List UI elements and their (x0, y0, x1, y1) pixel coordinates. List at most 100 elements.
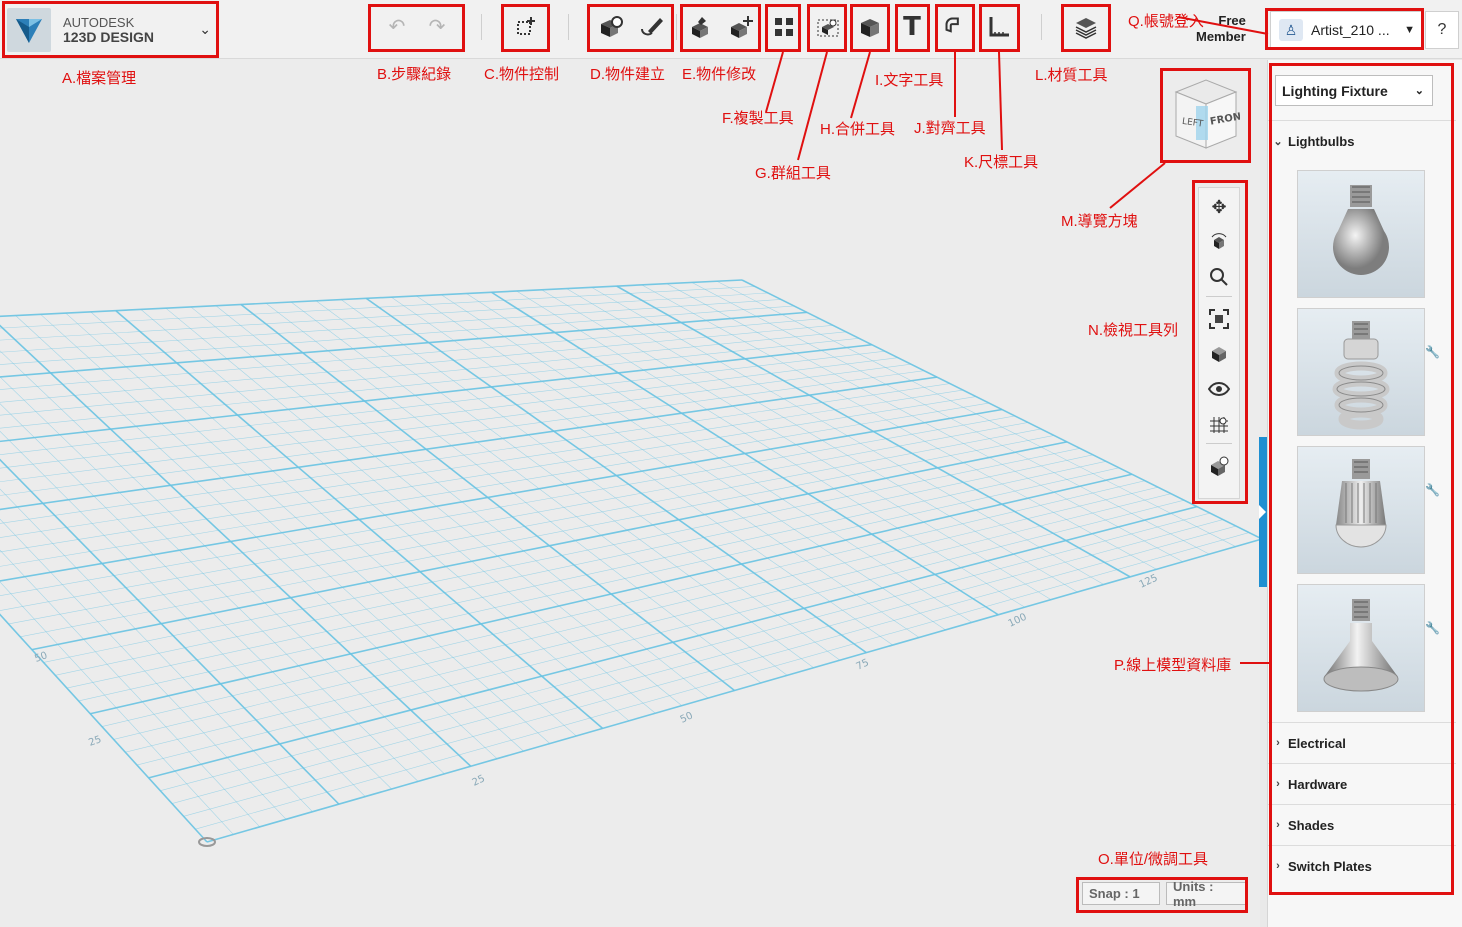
object-control-group (503, 3, 547, 50)
section-hardware[interactable]: › Hardware (1268, 763, 1456, 804)
grid-tick-label: 100 (1007, 612, 1029, 630)
object-modify-group (682, 3, 760, 50)
pan-button[interactable]: ✥ (1203, 191, 1235, 223)
file-menu-button[interactable]: AUTODESK 123D DESIGN ⌄ (3, 3, 217, 56)
view-cube[interactable]: LEFT FRONT (1170, 76, 1249, 152)
measure-button[interactable] (982, 10, 1016, 44)
annotation-label-a: A.檔案管理 (62, 70, 137, 87)
model-thumbnail[interactable]: 🔧 (1297, 308, 1440, 436)
transform-button[interactable] (508, 10, 542, 44)
visibility-button[interactable] (1203, 373, 1235, 405)
material-button[interactable] (1069, 10, 1103, 44)
section-label: Electrical (1288, 735, 1346, 751)
toolbar-divider (1041, 14, 1042, 40)
group-button[interactable] (811, 10, 845, 44)
modify-button[interactable] (724, 10, 758, 44)
grid-tick-label: 50 (33, 650, 49, 665)
toolbar-divider (676, 14, 677, 40)
magnifier-icon (1210, 268, 1228, 286)
brand-line2: 123D DESIGN (63, 28, 155, 45)
view-toolbar: ✥ (1198, 187, 1240, 499)
annotation-label-e: E.物件修改 (682, 66, 757, 83)
grid-minor-line (0, 396, 977, 553)
grid-major-line (0, 458, 340, 805)
snap-control[interactable]: Snap : 1 (1082, 882, 1160, 905)
construct-button[interactable] (684, 10, 718, 44)
undo-button[interactable]: ↶ (380, 10, 414, 44)
model-thumbnail[interactable] (1297, 170, 1425, 298)
annotation-label-b: B.步驟紀錄 (377, 66, 452, 83)
collapse-arrow-icon (1259, 505, 1266, 519)
material-view-button[interactable] (1203, 450, 1235, 482)
section-switch-plates[interactable]: › Switch Plates (1268, 845, 1456, 886)
led-bulb-image (1335, 459, 1387, 548)
category-select[interactable]: Lighting Fixture ⌄ (1275, 75, 1433, 106)
section-electrical[interactable]: › Electrical (1268, 722, 1456, 763)
view-mode-button[interactable] (1203, 338, 1235, 370)
ruler-icon (989, 16, 1009, 36)
units-control[interactable]: Units : mm (1166, 879, 1246, 909)
grid-minor-line (0, 299, 782, 353)
chevron-right-icon: › (1276, 860, 1280, 872)
section-label: Shades (1288, 817, 1335, 833)
account-dropdown[interactable]: ♙ Artist_210 ... ▼ (1270, 11, 1424, 49)
grid-minor-line (0, 363, 912, 483)
sketch-button[interactable] (634, 10, 668, 44)
text-group: T (896, 3, 928, 50)
grid-tick-label: 75 (855, 657, 871, 672)
pan-icon: ✥ (1211, 196, 1227, 217)
primitives-icon (601, 15, 623, 37)
wrench-icon[interactable]: 🔧 (1425, 345, 1440, 359)
shaded-cube-icon (1212, 347, 1226, 362)
grid-minor-line (0, 518, 287, 820)
annotation-label-q: Q.帳號登入 (1128, 13, 1204, 30)
measure-group (981, 3, 1017, 50)
eye-icon (1208, 382, 1230, 396)
annotation-label-h: H.合併工具 (820, 121, 896, 138)
annotation-label-i: I.文字工具 (875, 72, 944, 89)
combine-button[interactable] (853, 10, 887, 44)
chevron-right-icon: › (1276, 819, 1280, 831)
section-lightbulbs[interactable]: ⌄ Lightbulbs (1268, 120, 1456, 161)
chevron-down-icon: ⌄ (1273, 135, 1283, 148)
grid-minor-line (0, 376, 419, 782)
modify-icon (731, 15, 753, 38)
object-create-group (591, 3, 671, 50)
construct-icon (692, 16, 708, 38)
3d-viewport[interactable]: 25 50 75 100 125 25 50 (0, 59, 1260, 927)
wrench-icon[interactable]: 🔧 (1425, 483, 1440, 497)
snap-units-bar: Snap : 1 Units : mm (1082, 879, 1246, 909)
annotation-label-p: P.線上模型資料庫 (1114, 657, 1232, 674)
pattern-button[interactable] (768, 10, 800, 44)
username-label: Artist_210 ... (1311, 22, 1390, 38)
material-layers-icon (1075, 17, 1097, 39)
grid-minor-line (0, 305, 795, 365)
group-icon (817, 19, 839, 36)
help-button[interactable]: ? (1425, 11, 1459, 49)
orbit-icon (1211, 233, 1227, 249)
zoom-button[interactable] (1203, 261, 1235, 293)
grid-minor-line (0, 430, 366, 797)
group-tool-group (810, 3, 846, 50)
reflector-bulb-image (1323, 599, 1399, 692)
chevron-down-icon: ▼ (1404, 24, 1415, 36)
annotation-label-l: L.材質工具 (1035, 67, 1108, 84)
snap-button[interactable] (938, 10, 972, 44)
grid-minor-line (0, 350, 445, 775)
lightbulb-image (1333, 185, 1389, 275)
workplane-grid[interactable]: 25 50 75 100 125 25 50 (0, 59, 1260, 927)
orbit-button[interactable] (1203, 226, 1235, 258)
redo-button[interactable]: ↷ (420, 10, 454, 44)
brand-line1: AUTODESK (63, 14, 135, 30)
wrench-icon[interactable]: 🔧 (1425, 621, 1440, 635)
primitives-button[interactable] (594, 10, 628, 44)
fit-button[interactable] (1203, 303, 1235, 335)
toolbar-divider (568, 14, 569, 40)
section-shades[interactable]: › Shades (1268, 804, 1456, 845)
viewbar-divider (1206, 443, 1232, 444)
grid-visibility-button[interactable] (1203, 408, 1235, 440)
model-thumbnail[interactable]: 🔧 (1297, 584, 1440, 712)
grid-major-line (0, 376, 938, 511)
text-button[interactable]: T (896, 10, 928, 44)
model-thumbnail[interactable]: 🔧 (1297, 446, 1440, 574)
